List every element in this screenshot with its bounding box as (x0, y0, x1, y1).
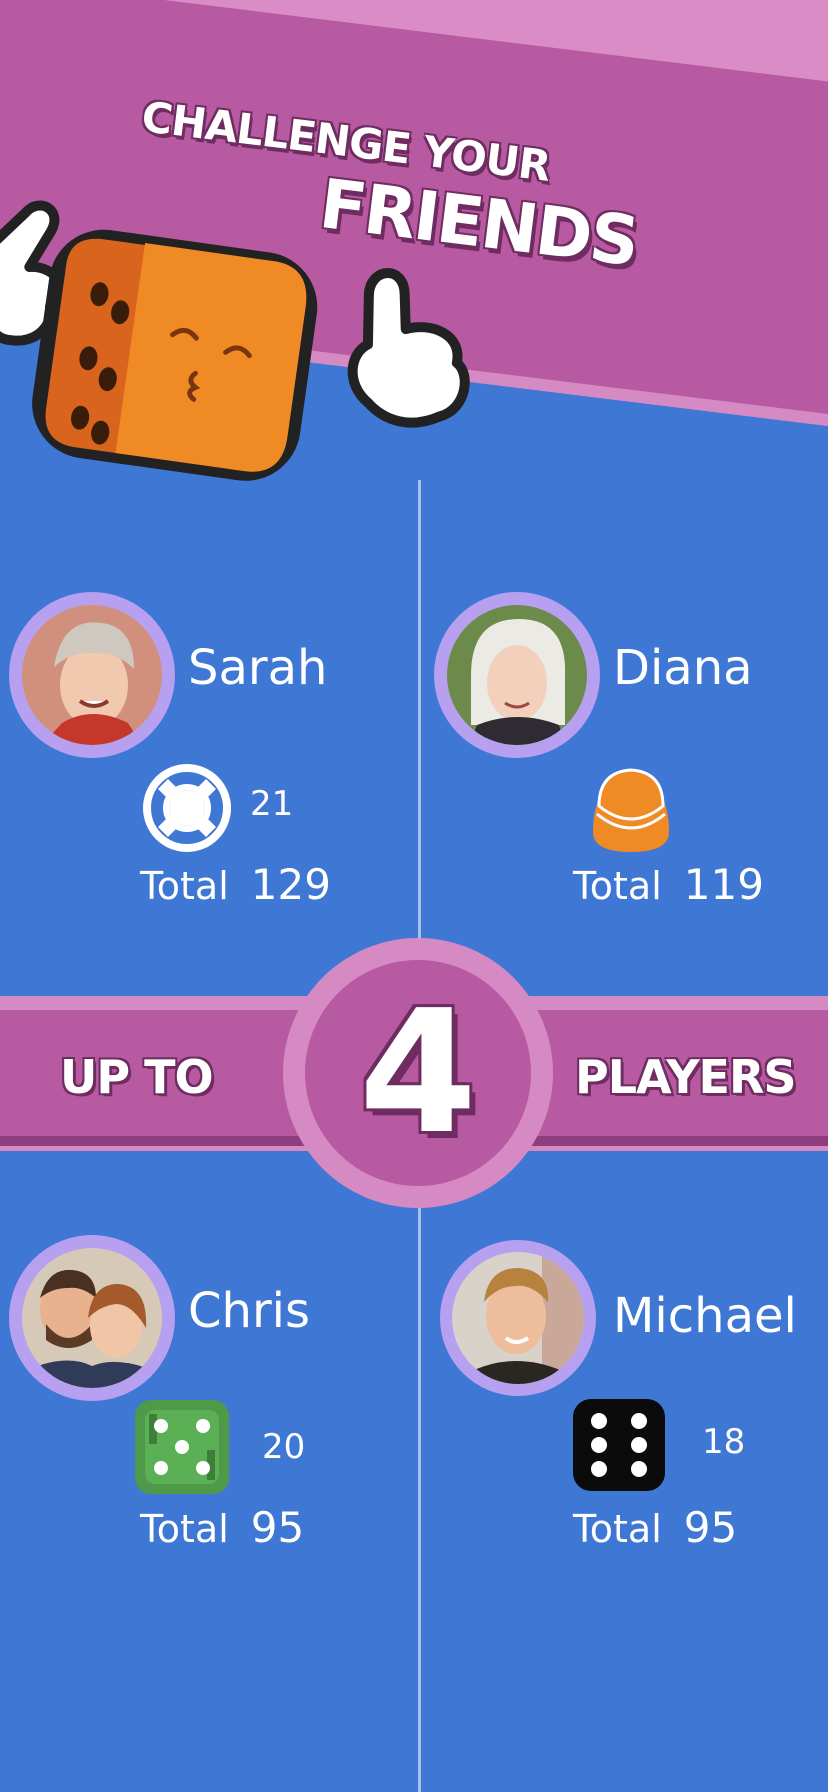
total-row: Total 95 (140, 1503, 304, 1552)
column-divider-top (418, 480, 421, 1000)
avatar-ring (9, 592, 175, 758)
avatar-ring (434, 592, 600, 758)
lifebuoy-icon (143, 764, 231, 852)
right-hand-icon (347, 268, 470, 428)
black-dice-icon (573, 1399, 665, 1491)
banner-up-to: UP TO (60, 1050, 214, 1104)
player-card-michael[interactable]: Michael 18 Total 95 (425, 1240, 828, 1560)
player-name: Chris (188, 1283, 311, 1339)
player-card-diana[interactable]: Diana Total 119 (425, 592, 828, 912)
player-card-chris[interactable]: Chris 20 Total 95 (0, 1235, 414, 1555)
dice-mascot-illustration (0, 200, 470, 481)
total-value: 119 (683, 860, 764, 909)
total-value: 129 (250, 860, 331, 909)
turn-count: 21 (250, 784, 294, 824)
total-label: Total (140, 1507, 229, 1551)
player-name: Diana (613, 640, 753, 696)
banner-players: PLAYERS (575, 1050, 797, 1104)
total-label: Total (140, 864, 229, 908)
total-label: Total (573, 864, 662, 908)
green-dice-icon (135, 1400, 229, 1494)
total-value: 95 (683, 1503, 738, 1552)
player-count-number: 4 (358, 974, 478, 1172)
avatar (22, 1248, 162, 1388)
avatar-ring (440, 1240, 596, 1396)
avatar (447, 605, 587, 745)
orange-pawn-icon (593, 768, 669, 852)
total-value: 95 (250, 1503, 305, 1552)
turn-count: 20 (262, 1427, 306, 1467)
player-name: Michael (613, 1288, 797, 1344)
total-row: Total 119 (573, 860, 764, 909)
total-label: Total (573, 1507, 662, 1551)
player-card-sarah[interactable]: Sarah 21 Total 129 (0, 592, 414, 912)
avatar (22, 605, 162, 745)
total-row: Total 129 (140, 860, 331, 909)
turn-count: 18 (702, 1422, 746, 1462)
total-row: Total 95 (573, 1503, 737, 1552)
player-name: Sarah (188, 640, 328, 696)
column-divider-bottom (418, 1150, 421, 1792)
avatar (452, 1252, 584, 1384)
avatar-ring (9, 1235, 175, 1401)
